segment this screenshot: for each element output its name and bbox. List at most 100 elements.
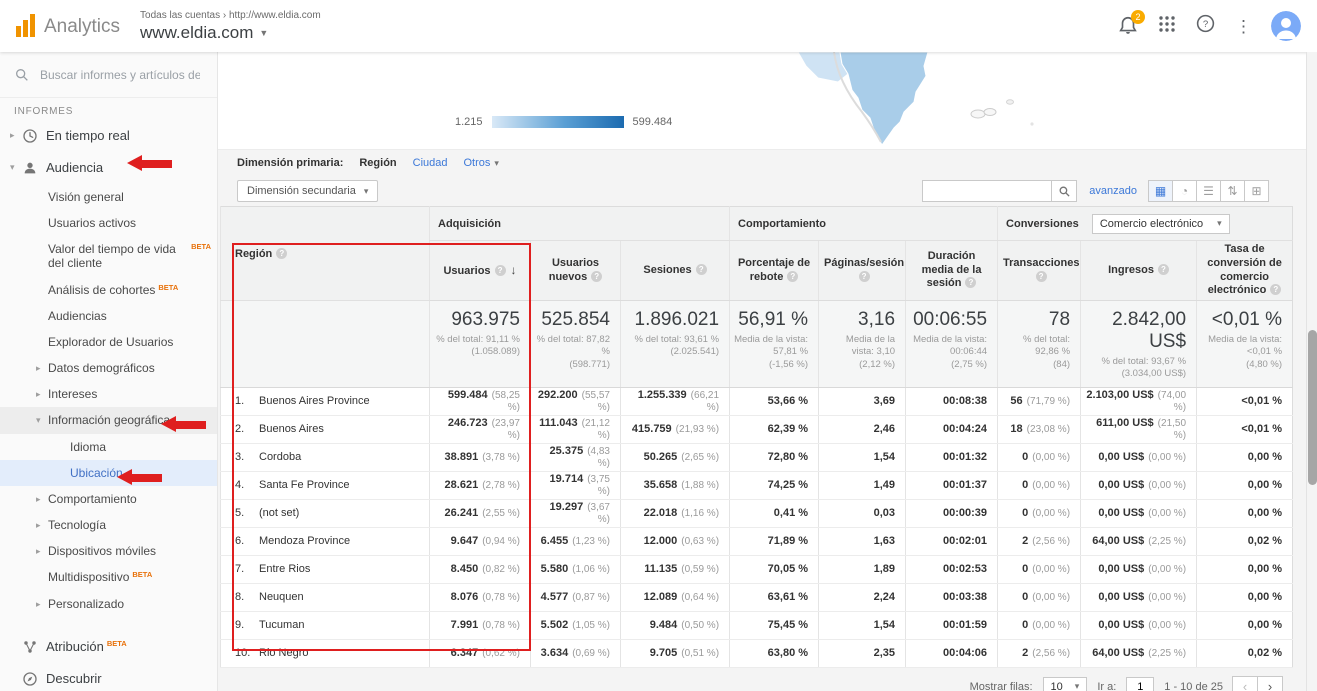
column-header-ingresos[interactable]: Ingresos? [1081,241,1197,301]
table-search-button[interactable] [1051,180,1077,202]
sidebar-item-informacion-geografica[interactable]: ▾Información geográfica [0,407,217,433]
goto-page-input[interactable] [1126,677,1154,691]
metric-cell: 9.484(0,50 %) [621,611,730,639]
column-header-sesiones[interactable]: Sesiones? [621,241,730,301]
avatar[interactable] [1271,11,1301,41]
column-header-usuarios-nuevos[interactable]: Usuarios nuevos? [531,241,621,301]
region-cell: 7.Entre Rios [221,555,430,583]
dimension-tab-ciudad[interactable]: Ciudad [413,157,448,169]
metric-value: 2,24 [874,591,895,603]
account-switcher[interactable]: Todas las cuentas › http://www.eldia.com… [140,10,321,43]
vertical-scrollbar[interactable] [1306,52,1317,691]
region-name[interactable]: Rio Negro [259,647,309,659]
help-icon[interactable]: ? [591,271,602,282]
chevron-right-icon[interactable]: ▸ [10,128,22,141]
sidebar-item-label: Idioma [70,440,106,454]
rows-per-page-select[interactable]: 10▾ [1043,677,1088,691]
chevron-right-icon[interactable]: ▸ [36,597,48,610]
sidebar-item-intereses[interactable]: ▸Intereses [0,381,217,407]
help-icon[interactable]: ? [787,271,798,282]
apps-grid-button[interactable] [1158,15,1176,38]
region-name[interactable]: Buenos Aires Province [259,395,370,407]
chevron-right-icon[interactable]: ▸ [36,387,48,400]
help-icon[interactable]: ? [1270,284,1281,295]
help-icon[interactable]: ? [965,277,976,288]
conversion-type-select[interactable]: Comercio electrónico▾ [1092,214,1230,234]
region-column-header[interactable]: Región? [221,207,430,301]
help-button[interactable]: ? [1195,13,1216,39]
chevron-right-icon[interactable]: ▸ [36,361,48,374]
sidebar-item-audiencia[interactable]: ▾Audiencia [0,152,217,184]
column-header-transacciones[interactable]: Transacciones? [998,241,1081,301]
column-header-tasa-conversion[interactable]: Tasa de conversión de comercio electróni… [1197,241,1293,301]
table-search-input[interactable] [922,180,1052,202]
column-header-rebote[interactable]: Porcentaje de rebote? [730,241,819,301]
metric-percent: (0,78 %) [482,620,520,631]
column-header-usuarios[interactable]: Usuarios?↓ [430,241,531,301]
argentina-map[interactable] [778,52,1078,150]
notifications-button[interactable]: 2 [1117,15,1139,37]
metric-value: 28.621 [445,479,479,491]
help-icon[interactable]: ? [1036,271,1047,282]
metric-value: 00:02:53 [943,563,987,575]
column-header-duracion[interactable]: Duración media de la sesión? [906,241,998,301]
search-input[interactable] [40,68,200,82]
performance-view-button[interactable]: ☰ [1196,180,1221,202]
next-page-button[interactable]: › [1257,676,1283,691]
region-name[interactable]: (not set) [259,507,299,519]
sidebar-item-label: Explorador de Usuarios [48,335,173,349]
chevron-right-icon[interactable]: ▸ [36,518,48,531]
percentage-view-button[interactable]: ◔ [1172,180,1197,202]
sidebar-item-analisis-de-cohortes[interactable]: Análisis de cohortesBETA [0,277,217,303]
sidebar-item-en-tiempo-real[interactable]: ▸En tiempo real [0,120,217,152]
prev-page-button[interactable]: ‹ [1232,676,1258,691]
region-name[interactable]: Neuquen [259,591,304,603]
sort-desc-icon[interactable]: ↓ [511,263,517,277]
sidebar-search[interactable] [0,52,217,98]
dimension-tab-region[interactable]: Región [359,157,396,169]
dimension-tab-otros[interactable]: Otros▾ [464,157,499,169]
chevron-down-icon[interactable]: ▾ [10,160,22,173]
chevron-down-icon[interactable]: ▾ [36,413,48,426]
help-icon[interactable]: ? [276,248,287,259]
scrollbar-thumb[interactable] [1308,330,1317,485]
sidebar-item-explorador-de-usuarios[interactable]: Explorador de Usuarios [0,329,217,355]
sidebar-item-ubicacion[interactable]: Ubicación [0,460,217,486]
metric-percent: (3,75 %) [587,474,610,497]
region-name[interactable]: Entre Rios [259,563,310,575]
sidebar-item-multidispositivo[interactable]: MultidispositivoBETA [0,564,217,590]
sidebar-item-atribucion[interactable]: AtribuciónBETA [0,631,217,663]
sidebar-item-comportamiento[interactable]: ▸Comportamiento [0,486,217,512]
sidebar-item-vision-general[interactable]: Visión general [0,184,217,210]
sidebar-item-descubrir[interactable]: Descubrir [0,663,217,691]
region-name[interactable]: Tucuman [259,619,304,631]
metric-cell: 1,49 [819,471,906,499]
pivot-view-button[interactable]: ⊞ [1244,180,1269,202]
chevron-right-icon[interactable]: ▸ [36,492,48,505]
more-menu-button[interactable]: ⋮ [1235,18,1252,35]
help-icon[interactable]: ? [1158,264,1169,275]
chevron-right-icon[interactable]: ▸ [36,544,48,557]
help-icon[interactable]: ? [859,271,870,282]
sidebar-item-datos-demograficos[interactable]: ▸Datos demográficos [0,355,217,381]
secondary-dimension-button[interactable]: Dimensión secundaria▾ [237,180,378,202]
region-name[interactable]: Buenos Aires [259,423,324,435]
sidebar-item-valor-del-tiempo-de-vida-del-cliente[interactable]: Valor del tiempo de vida del clienteBETA [0,236,217,276]
sidebar-item-usuarios-activos[interactable]: Usuarios activos [0,210,217,236]
metric-value: 75,45 % [768,619,808,631]
sidebar-item-personalizado[interactable]: ▸Personalizado [0,591,217,617]
region-name[interactable]: Cordoba [259,451,301,463]
comparison-view-button[interactable]: ⇅ [1220,180,1245,202]
region-name[interactable]: Santa Fe Province [259,479,350,491]
sidebar-item-idioma[interactable]: Idioma [0,434,217,460]
sidebar-item-tecnologia[interactable]: ▸Tecnología [0,512,217,538]
sidebar-item-dispositivos-moviles[interactable]: ▸Dispositivos móviles [0,538,217,564]
help-icon[interactable]: ? [696,264,707,275]
region-name[interactable]: Mendoza Province [259,535,350,547]
help-icon[interactable]: ? [495,265,506,276]
column-header-paginas-sesion[interactable]: Páginas/sesión? [819,241,906,301]
sidebar-item-label: Análisis de cohortes [48,283,155,297]
table-view-button[interactable]: ▦ [1148,180,1173,202]
sidebar-item-audiencias[interactable]: Audiencias [0,303,217,329]
advanced-filter-link[interactable]: avanzado [1089,185,1137,197]
